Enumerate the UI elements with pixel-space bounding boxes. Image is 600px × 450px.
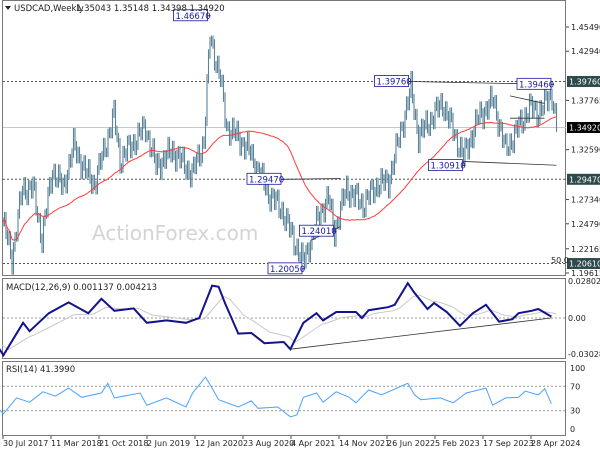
date-tick-label: 17 Sep 2023 [483,439,534,448]
macd-tick-label: -0.030286 [568,350,600,359]
date-tick-label: 2 Jun 2019 [147,439,190,448]
annotation-label: 1.20050 [270,265,305,275]
watermark: ActionForex.com [92,221,258,245]
ohlc-values: 1.35043 1.35148 1.34398 1.34920 [76,4,225,14]
price-tick-label: 1.27340 [571,196,600,205]
date-tick-label: 12 Jan 2020 [195,439,243,448]
annotation-label: 1.39760 [377,77,412,87]
date-tick-label: 14 Nov 2021 [339,439,390,448]
rsi-label: RSI(14) 41.3990 [6,365,75,375]
price-tick-label: 1.42940 [571,47,600,56]
price-tick-label: 1.45490 [571,23,600,32]
date-tick-label: 5 Feb 2023 [435,439,480,448]
macd-tick-label: 0.00 [568,314,586,323]
date-tick-label: 4 Apr 2021 [291,439,335,448]
date-tick-label: 30 Jul 2017 [3,439,48,448]
annotation-label: 1.29470 [249,175,284,185]
annotation-label: 1.39460 [519,80,554,90]
rsi-tick-label: 70 [570,382,580,391]
annotation-label: 1.24010 [302,227,337,237]
date-tick-label: 28 Apr 2024 [531,439,580,448]
chart-header: USDCAD,Weekly 1.35043 1.35148 1.34398 1.… [5,4,225,14]
date-tick-label: 23 Aug 2020 [243,439,294,448]
usdcad-weekly-chart: ActionForex.com 1.466701.39760 1.394601.2… [0,0,600,450]
price-tick-label: 1.37765 [571,96,600,105]
macd-label: MACD(12,26,9) 0.001137 0.004213 [6,283,157,293]
price-level-label: 1.34920 [569,123,600,132]
price-tick-label: 1.24790 [571,220,600,229]
rsi-tick-label: 100 [570,364,585,373]
date-tick-label: 21 Oct 2018 [99,439,148,448]
price-level-label: 1.29470 [569,175,600,184]
rsi-tick-label: 0 [570,425,575,434]
date-tick-label: 26 Jun 2022 [387,439,435,448]
date-tick-label: 11 Mar 2018 [51,439,102,448]
rsi-tick-label: 30 [570,407,580,416]
annotation-label: 1.30910 [431,162,466,172]
symbol-label: USDCAD,Weekly [14,4,84,14]
fib-label: 50.0 [551,256,569,265]
price-level-label: 1.39760 [569,77,600,86]
price-tick-label: 1.32590 [571,146,600,155]
macd-tick-label: 0.028028 [568,277,600,286]
price-level-label: 1.20610 [569,260,600,269]
price-tick-label: 1.22165 [571,245,600,254]
